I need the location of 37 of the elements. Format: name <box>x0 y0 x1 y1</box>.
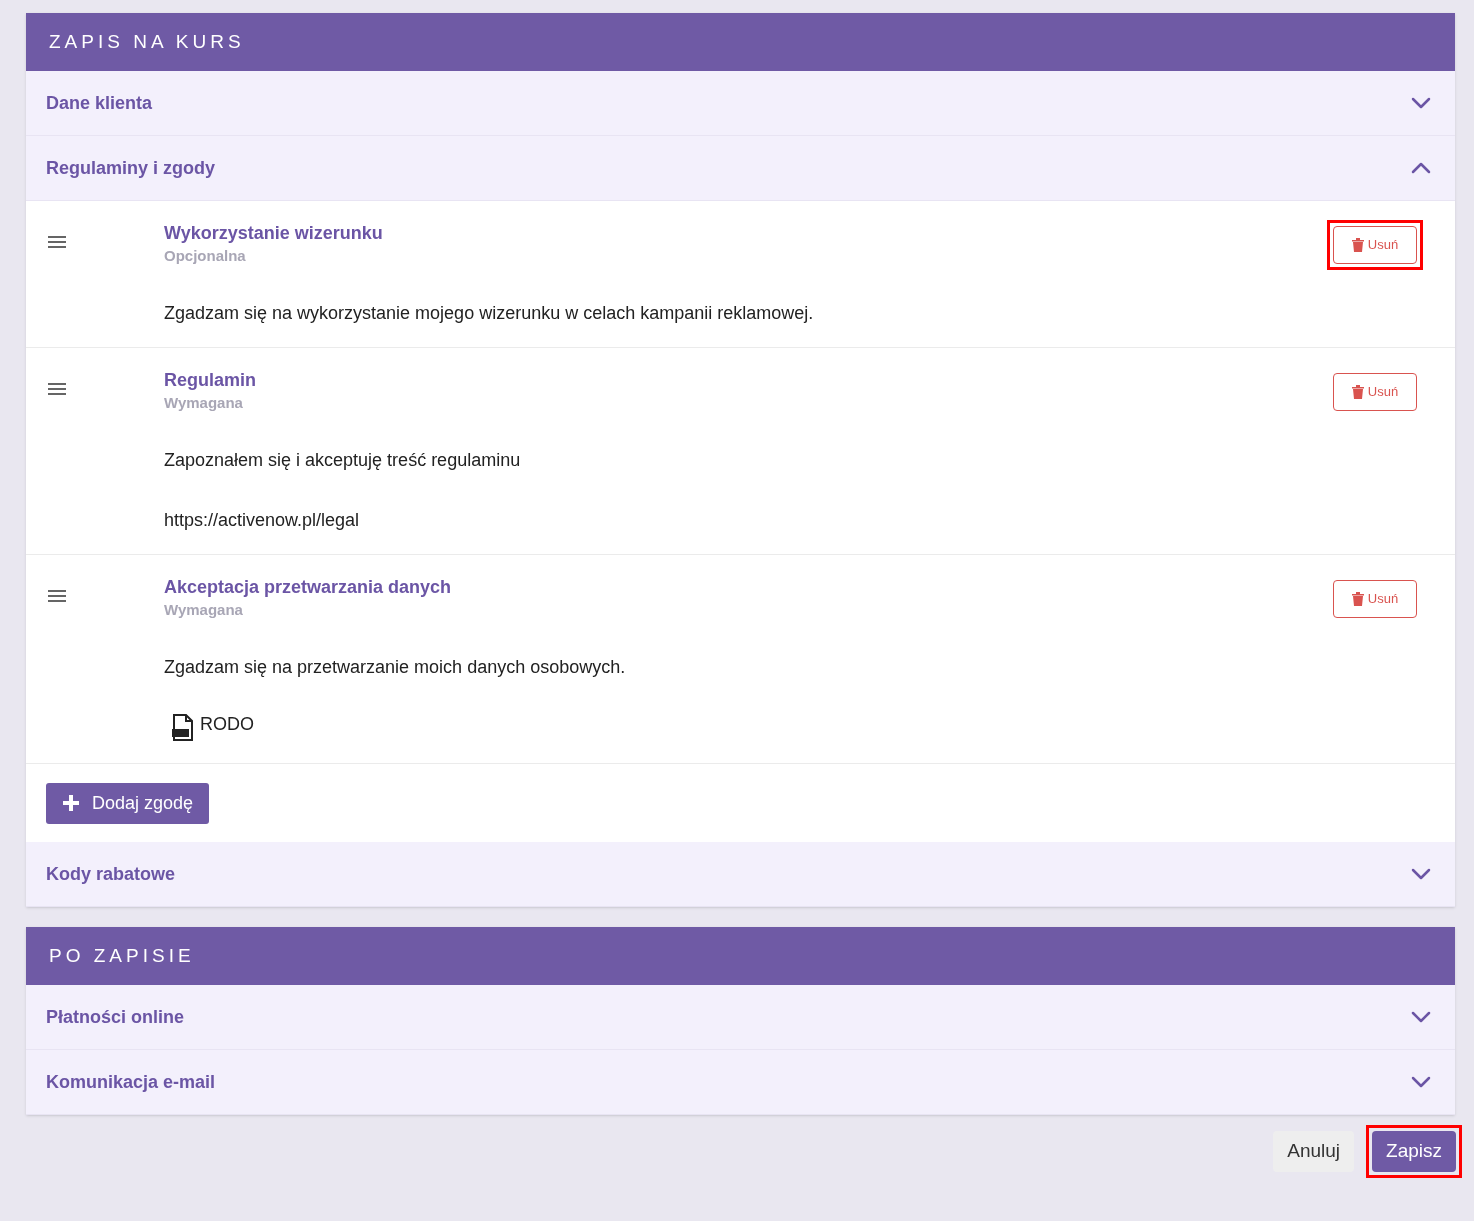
consent-requirement: Opcjonalna <box>164 246 247 266</box>
delete-button[interactable]: Usuń <box>1333 580 1417 618</box>
consent-requirement: Wymagana <box>164 600 244 620</box>
chevron-down-icon <box>1411 868 1431 880</box>
consent-title: Wykorzystanie wizerunku <box>164 222 383 245</box>
consent-title: Akceptacja przetwarzania danych <box>164 576 452 599</box>
accordion-header[interactable]: Płatności online <box>26 985 1455 1050</box>
cancel-button[interactable]: Anuluj <box>1273 1131 1355 1172</box>
file-link[interactable]: RODO <box>200 711 254 738</box>
save-button[interactable]: Zapisz <box>1372 1131 1456 1172</box>
accordion-header[interactable]: Regulaminy i zgody <box>26 136 1455 201</box>
trash-icon <box>1351 385 1364 399</box>
section-header: ZAPIS NA KURS <box>26 13 1455 71</box>
trash-icon <box>1351 592 1364 606</box>
drag-handle-icon[interactable] <box>48 383 66 395</box>
accordion-header[interactable]: Kody rabatowe <box>26 842 1455 907</box>
drag-handle-icon[interactable] <box>48 236 66 248</box>
consent-text: Zgadzam się na przetwarzanie moich danych osobowych. <box>164 656 627 679</box>
consent-text: Zgadzam się na wykorzystanie mojego wizerunku w celach kampanii reklamowej. <box>164 302 815 325</box>
consent-text: https://activenow.pl/legal <box>164 509 361 532</box>
trash-icon <box>1351 238 1364 252</box>
pdf-file-icon <box>172 714 194 741</box>
section-header: PO ZAPISIE <box>26 927 1455 985</box>
delete-button[interactable]: Usuń <box>1333 373 1417 411</box>
chevron-down-icon <box>1411 97 1431 109</box>
consent-text: Zapoznałem się i akceptuję treść regulaminu <box>164 449 522 472</box>
accordion-header[interactable]: Komunikacja e-mail <box>26 1050 1455 1115</box>
chevron-down-icon <box>1411 1076 1431 1088</box>
add-consent-button[interactable]: Dodaj zgodę <box>46 782 210 824</box>
plus-icon <box>62 794 80 812</box>
chevron-down-icon <box>1411 1011 1431 1023</box>
delete-button[interactable]: Usuń <box>1333 226 1417 264</box>
drag-handle-icon[interactable] <box>48 590 66 602</box>
consent-requirement: Wymagana <box>164 393 244 413</box>
chevron-up-icon <box>1411 162 1431 174</box>
accordion-header[interactable]: Dane klienta <box>26 71 1455 136</box>
consent-title: Regulamin <box>164 369 256 392</box>
